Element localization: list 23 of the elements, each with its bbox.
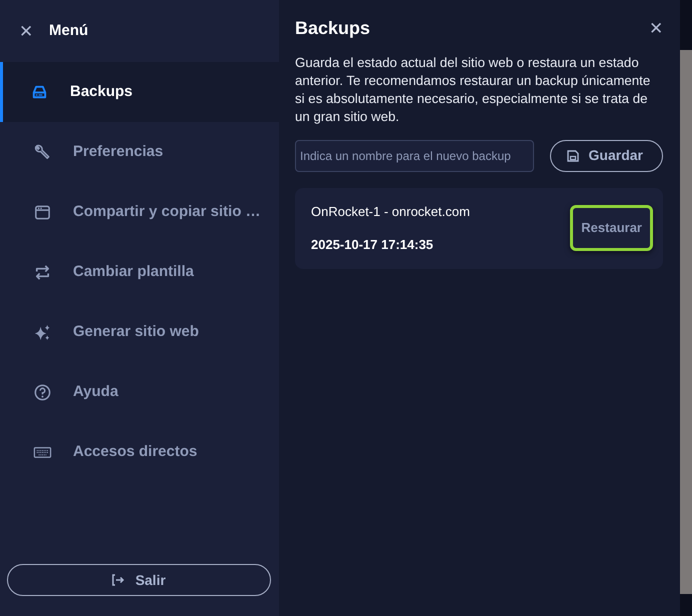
- help-icon: [33, 382, 52, 402]
- menu-item[interactable]: Preferencias: [0, 122, 279, 182]
- menu-item[interactable]: Ayuda: [0, 362, 279, 422]
- menu-title: Menú: [49, 20, 88, 41]
- sparkle-icon: [33, 322, 52, 342]
- save-icon: [566, 150, 579, 162]
- backup-name: OnRocket-1 - onrocket.com: [311, 202, 470, 221]
- menu-item[interactable]: Compartir y copiar sitio …: [0, 182, 279, 242]
- menu-item[interactable]: Accesos directos: [0, 422, 279, 482]
- menu-item[interactable]: Generar sitio web: [0, 302, 279, 362]
- logout-button[interactable]: Salir: [7, 564, 271, 596]
- restore-button[interactable]: Restaurar: [570, 205, 653, 252]
- wrench-icon: [33, 142, 52, 162]
- description-text: Guarda el estado actual del sitio web o restaura un estado anterior. Te recomendamos restaurar un backup únicamente si es absolutamente necesario, especialmente si se trata de un gran sitio web.: [295, 54, 652, 126]
- window-icon: [33, 202, 52, 222]
- swap-arrows-icon: [33, 262, 52, 282]
- backup-date: 2025-10-17 17:14:35: [311, 236, 434, 254]
- panel-title: Backups: [295, 18, 370, 40]
- menu-item[interactable]: Backups: [0, 62, 279, 122]
- backup-name-field[interactable]: Indica un nombre para el nuevo backup: [295, 140, 534, 172]
- save-button[interactable]: Guardar: [550, 140, 663, 172]
- logout-icon: [112, 574, 126, 586]
- menu-item[interactable]: Cambiar plantilla: [0, 242, 279, 302]
